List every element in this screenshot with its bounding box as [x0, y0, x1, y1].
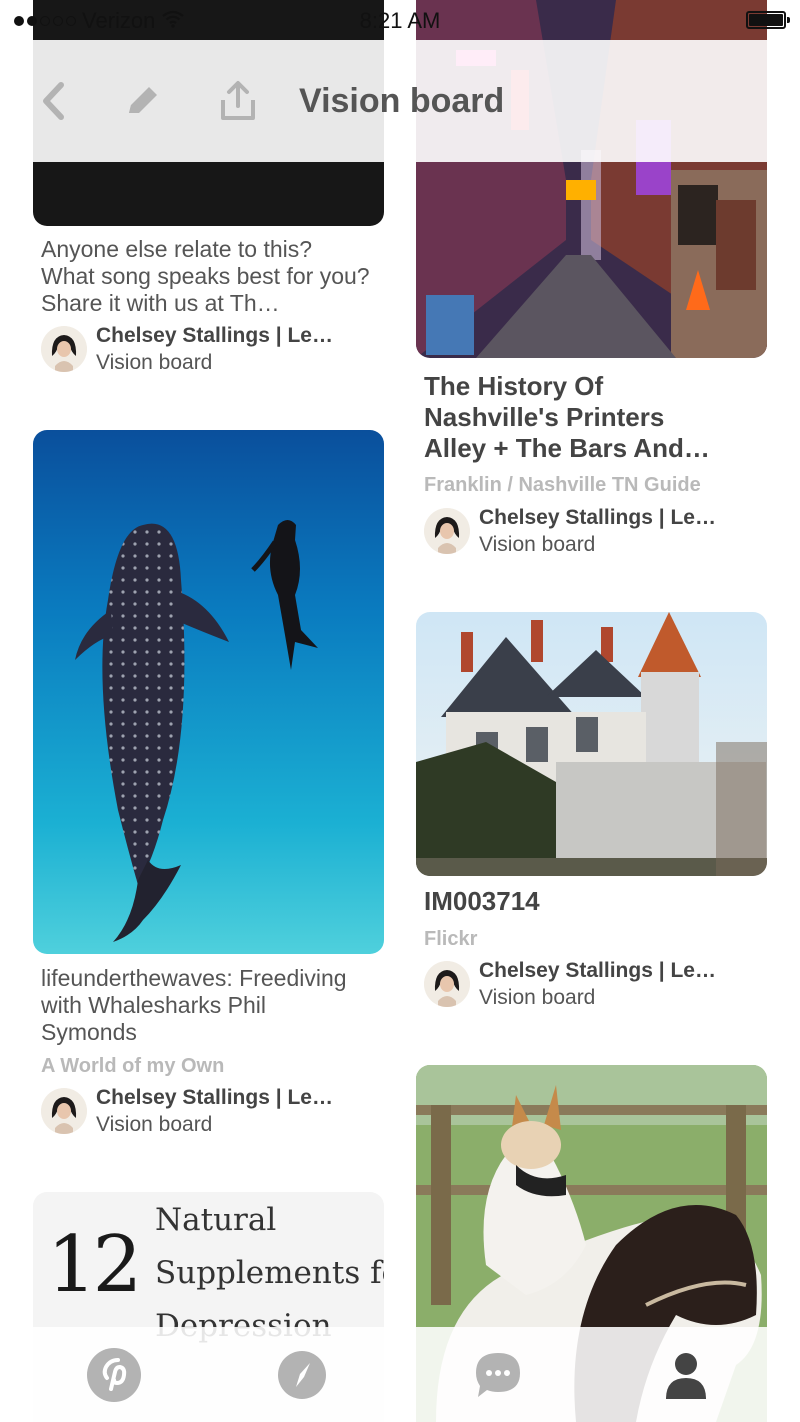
attribution-board[interactable]: Vision board	[96, 1112, 333, 1138]
attribution-name[interactable]: Chelsey Stallings | Le…	[96, 322, 333, 350]
attribution-name[interactable]: Chelsey Stallings | Le…	[479, 957, 716, 985]
pin-attribution[interactable]: Chelsey Stallings | Le… Vision board	[424, 506, 716, 558]
back-chevron-icon[interactable]	[34, 80, 76, 122]
pin-image-whale-shark[interactable]	[33, 430, 384, 954]
avatar	[41, 1088, 87, 1134]
avatar	[424, 508, 470, 554]
pinterest-home-icon[interactable]	[86, 1347, 142, 1403]
attribution-name[interactable]: Chelsey Stallings | Le…	[479, 504, 716, 532]
pin-source[interactable]: Flickr	[424, 928, 477, 951]
supplements-line1: Natural	[155, 1202, 277, 1238]
pin-title[interactable]: lifeunderthewaves: Freediving with Whale…	[41, 965, 361, 1046]
pin-attribution[interactable]: Chelsey Stallings | Le… Vision board	[424, 959, 716, 1011]
messages-icon[interactable]	[470, 1347, 526, 1403]
pin-title[interactable]: IM003714	[424, 886, 540, 917]
attribution-name[interactable]: Chelsey Stallings | Le…	[96, 1084, 333, 1112]
battery-icon	[746, 11, 790, 29]
attribution-board[interactable]: Vision board	[96, 350, 333, 376]
supplements-line2: Supplements for	[155, 1255, 384, 1291]
board-header: Vision board	[0, 40, 800, 162]
explore-compass-icon[interactable]	[274, 1347, 330, 1403]
pin-attribution[interactable]: Chelsey Stallings | Le… Vision board	[41, 1086, 333, 1138]
pin-image-victorian-house[interactable]	[416, 612, 767, 876]
profile-icon[interactable]	[658, 1347, 714, 1403]
share-icon[interactable]	[217, 80, 259, 122]
page-title: Vision board	[299, 82, 505, 120]
edit-pencil-icon[interactable]	[122, 80, 164, 122]
pin-source[interactable]: A World of my Own	[41, 1055, 224, 1078]
status-time: 8:21 AM	[359, 8, 441, 33]
supplements-number: 12	[47, 1220, 142, 1310]
pin-attribution[interactable]: Chelsey Stallings | Le… Vision board	[41, 324, 333, 376]
attribution-board[interactable]: Vision board	[479, 532, 716, 558]
tab-bar	[0, 1327, 800, 1422]
avatar	[41, 326, 87, 372]
attribution-board[interactable]: Vision board	[479, 985, 716, 1011]
pin-source[interactable]: Franklin / Nashville TN Guide	[424, 474, 701, 497]
pin-title[interactable]: The History Of Nashville's Printers Alle…	[424, 371, 724, 464]
pin-title[interactable]: Anyone else relate to this? What song sp…	[41, 236, 371, 317]
avatar	[424, 961, 470, 1007]
status-bar: Verizon 8:21 AM	[0, 0, 800, 40]
